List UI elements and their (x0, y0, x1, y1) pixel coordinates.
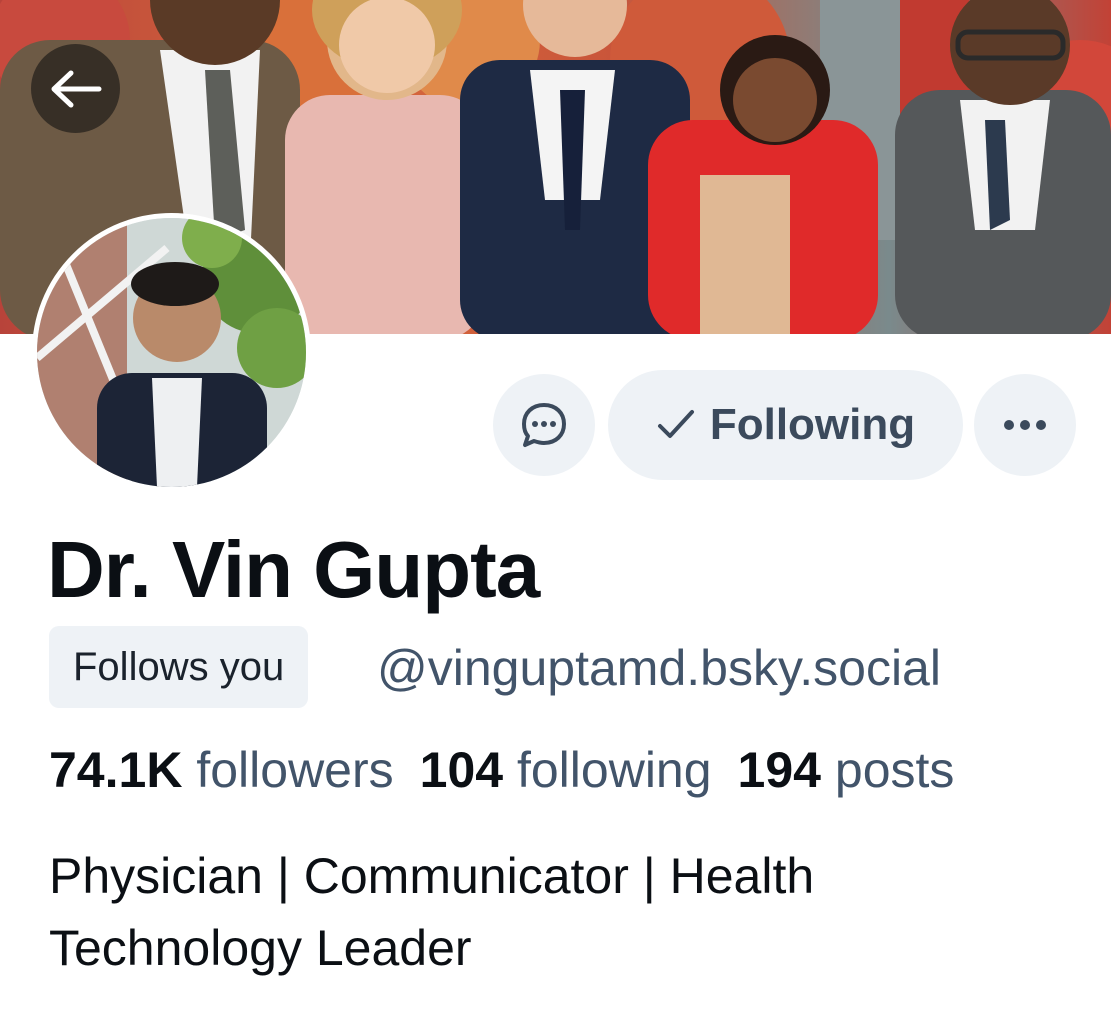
check-icon (657, 410, 694, 438)
profile-handle: @vinguptamd.bsky.social (377, 640, 941, 696)
message-button[interactable] (493, 374, 595, 476)
followers-count: 74.1K (49, 742, 183, 798)
display-name: Dr. Vin Gupta (47, 525, 540, 614)
profile-stats: 74.1K followers 104 following 194 posts (49, 738, 954, 802)
followers-label: followers (196, 742, 394, 798)
following-button-label: Following (709, 400, 916, 449)
following-button[interactable]: Following (608, 370, 963, 480)
posts-stat: 194 posts (738, 742, 955, 798)
following-label: following (516, 742, 712, 798)
followers-link[interactable]: 74.1K followers (49, 742, 394, 798)
avatar[interactable] (32, 213, 311, 492)
chat-bubble-icon (522, 403, 566, 447)
follows-you-badge: Follows you (49, 626, 309, 708)
avatar-image (37, 218, 306, 487)
arrow-left-icon (51, 70, 101, 107)
posts-count: 194 (737, 742, 821, 798)
back-button[interactable] (31, 44, 120, 133)
posts-label: posts (834, 742, 955, 798)
profile-bio: Physician | Communicator | Health Techno… (49, 848, 815, 976)
following-count: 104 (419, 742, 504, 798)
ellipsis-icon (1004, 420, 1046, 430)
following-link[interactable]: 104 following (420, 742, 712, 798)
more-options-button[interactable] (974, 374, 1076, 476)
